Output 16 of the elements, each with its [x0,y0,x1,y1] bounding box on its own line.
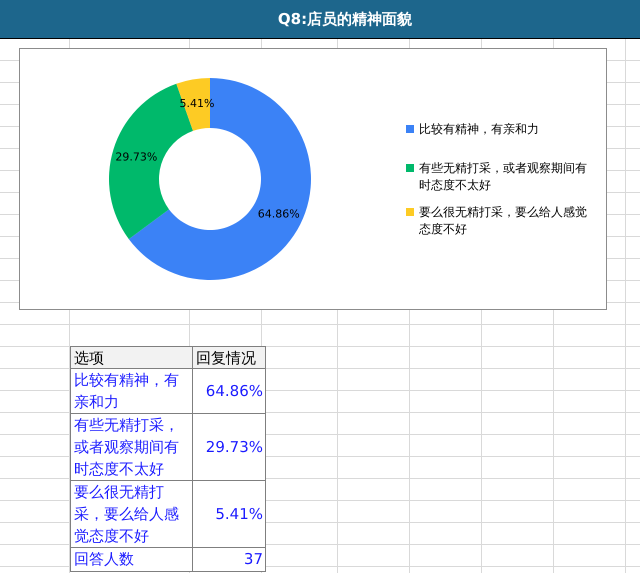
legend-label: 有些无精打采，或者观察期间有时态度不太好 [419,160,588,194]
table-cell: 5.41% [192,480,266,548]
table-cell: 有些无精打采，或者观察期间有时态度不太好 [70,414,192,480]
table-cell: 回答人数 [70,548,192,571]
legend-label: 比较有精神，有亲和力 [419,120,540,138]
column-header: 选项 [70,346,192,368]
table-cell: 29.73% [192,414,266,480]
slice-label: 64.86% [258,208,300,221]
table-cell: 64.86% [192,368,266,414]
sheet-title: Q8:店员的精神面貌 [278,8,412,30]
legend-label: 要么很无精打采，要么给人感觉态度不好 [419,204,588,238]
table-cell: 要么很无精打采，要么给人感觉态度不好 [70,480,192,548]
column-header: 回复情况 [192,346,266,368]
table-cell: 比较有精神，有亲和力 [70,368,192,414]
table-cell: 37 [192,548,266,571]
slice-label: 29.73% [115,150,158,164]
